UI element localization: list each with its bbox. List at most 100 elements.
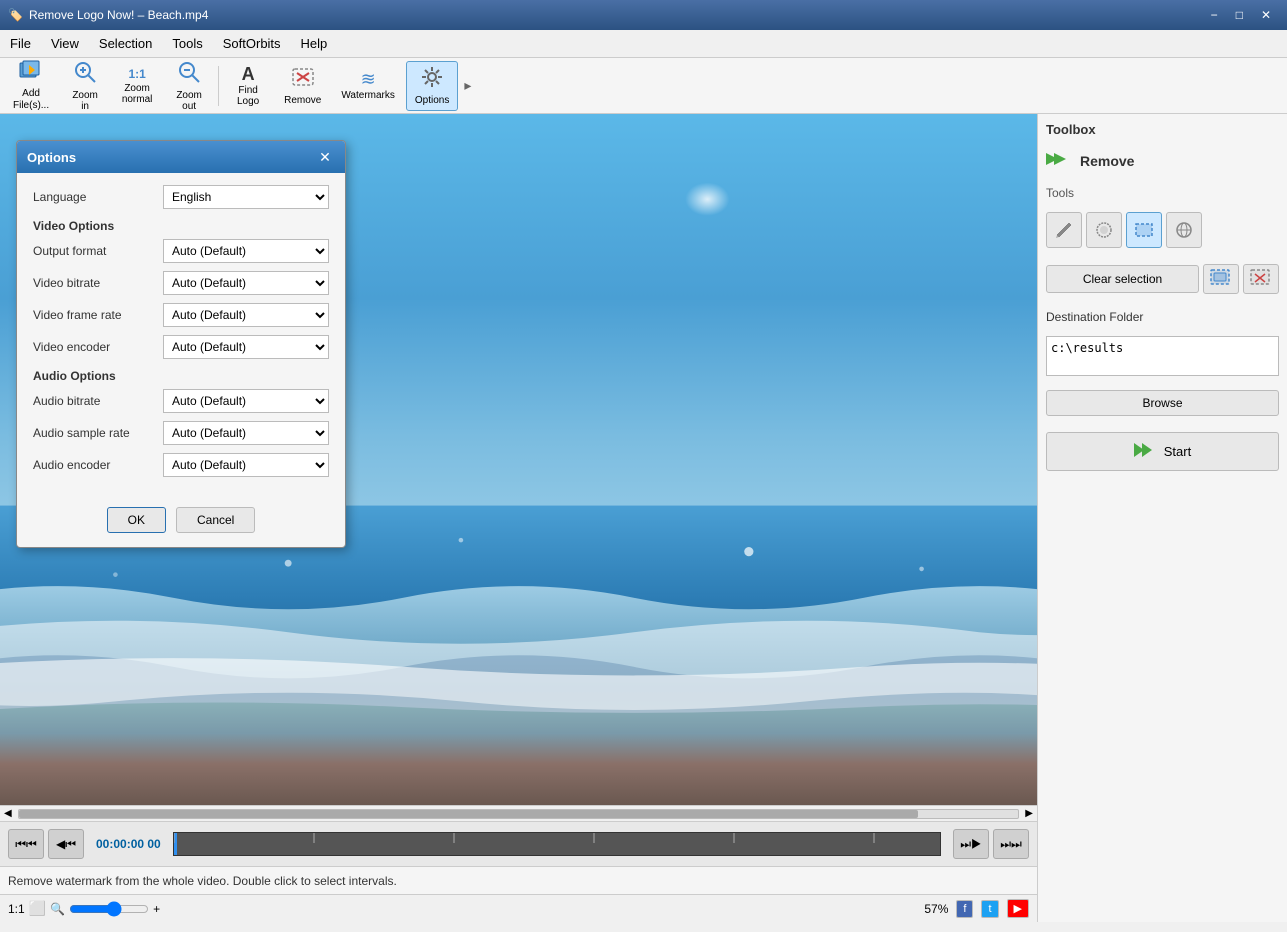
output-format-label: Output format	[33, 244, 163, 258]
zoom-level-display: 57%	[924, 902, 948, 916]
horizontal-scrollbar[interactable]: ◀ ▶	[0, 805, 1037, 821]
zoom-ratio-label: 1:1	[8, 902, 25, 916]
bottom-bar: 1:1 ⬜ 🔍 + 57% f t ▶	[0, 894, 1037, 922]
zoom-normal-button[interactable]: 1:1 Zoomnormal	[112, 61, 162, 111]
menu-tools[interactable]: Tools	[162, 32, 212, 55]
rectangle-tool[interactable]	[1126, 212, 1162, 248]
menu-help[interactable]: Help	[291, 32, 338, 55]
scrollbar-track[interactable]	[18, 809, 1020, 819]
video-framerate-row: Video frame rate Auto (Default)	[33, 303, 329, 327]
facebook-button[interactable]: f	[956, 900, 973, 918]
options-label: Options	[415, 95, 449, 106]
cancel-button[interactable]: Cancel	[176, 507, 255, 533]
scrollbar-thumb[interactable]	[19, 810, 919, 818]
deselect-button[interactable]	[1243, 264, 1279, 294]
timeline-track[interactable]	[173, 832, 941, 856]
toolbar: AddFile(s)... Zoomin 1:1 Zoomnormal Zoom…	[0, 58, 1287, 114]
magic-tool[interactable]	[1166, 212, 1202, 248]
video-encoder-label: Video encoder	[33, 340, 163, 354]
menu-file[interactable]: File	[0, 32, 41, 55]
audio-samplerate-select[interactable]: Auto (Default)	[163, 421, 329, 445]
video-framerate-label: Video frame rate	[33, 308, 163, 322]
audio-samplerate-label: Audio sample rate	[33, 426, 163, 440]
audio-encoder-row: Audio encoder Auto (Default)	[33, 453, 329, 477]
browse-button[interactable]: Browse	[1046, 390, 1279, 416]
transport-bar: ⏮⏮ ◀⏮ 00:00:00 00 ⏭▶ ⏭⏭	[0, 821, 1037, 866]
minimize-button[interactable]: −	[1203, 6, 1226, 24]
twitter-button[interactable]: t	[981, 900, 998, 918]
scroll-right-arrow[interactable]: ▶	[1021, 808, 1037, 819]
select-all-button[interactable]	[1203, 264, 1239, 294]
next-frame-button[interactable]: ⏭▶	[953, 829, 989, 859]
dialog-close-button[interactable]: ✕	[315, 147, 335, 167]
youtube-button[interactable]: ▶	[1007, 899, 1029, 918]
zoom-out-small-icon: 🔍	[50, 902, 65, 916]
clear-selection-button[interactable]: Clear selection	[1046, 265, 1199, 293]
remove-icon	[291, 65, 315, 93]
menu-view[interactable]: View	[41, 32, 89, 55]
prev-frame-button[interactable]: ◀⏮	[48, 829, 84, 859]
destination-input[interactable]: c:\results	[1046, 336, 1279, 376]
scroll-left-arrow[interactable]: ◀	[0, 808, 16, 819]
zoom-in-button[interactable]: Zoomin	[60, 61, 110, 111]
goto-start-button[interactable]: ⏮⏮	[8, 829, 44, 859]
output-format-select[interactable]: Auto (Default)	[163, 239, 329, 263]
audio-encoder-label: Audio encoder	[33, 458, 163, 472]
status-bar: Remove watermark from the whole video. D…	[0, 866, 1037, 894]
zoom-normal-icon: 1:1	[128, 67, 145, 81]
video-encoder-select[interactable]: Auto (Default)	[163, 335, 329, 359]
add-files-icon	[19, 60, 43, 86]
watermarks-button[interactable]: ≋ Watermarks	[332, 61, 404, 111]
toolbar-more[interactable]: ▸	[460, 77, 475, 94]
output-format-row: Output format Auto (Default)	[33, 239, 329, 263]
zoom-in-icon	[73, 60, 97, 88]
language-select[interactable]: English French German Spanish Russian	[163, 185, 329, 209]
selection-row: Clear selection	[1046, 264, 1279, 294]
video-framerate-select[interactable]: Auto (Default)	[163, 303, 329, 327]
app-icon: 🏷️	[8, 8, 23, 22]
tools-label: Tools	[1046, 186, 1279, 200]
find-logo-icon: A	[242, 65, 255, 83]
start-button[interactable]: Start	[1046, 432, 1279, 471]
options-button[interactable]: Options	[406, 61, 458, 111]
time-display: 00:00:00 00	[96, 837, 161, 851]
options-icon	[420, 65, 444, 93]
menu-selection[interactable]: Selection	[89, 32, 162, 55]
video-bitrate-select[interactable]: Auto (Default)	[163, 271, 329, 295]
ok-button[interactable]: OK	[107, 507, 166, 533]
language-label: Language	[33, 190, 163, 204]
destination-label: Destination Folder	[1046, 310, 1279, 324]
menu-bar: File View Selection Tools SoftOrbits Hel…	[0, 30, 1287, 58]
toolbox: Toolbox Remove Tools	[1037, 114, 1287, 922]
watermarks-label: Watermarks	[341, 90, 395, 101]
find-logo-button[interactable]: A FindLogo	[223, 61, 273, 111]
video-options-section: Video Options	[33, 219, 329, 233]
zoom-controls: 1:1 ⬜ 🔍 +	[8, 900, 160, 917]
remove-button[interactable]: Remove	[275, 61, 330, 111]
dialog-footer: OK Cancel	[17, 497, 345, 547]
add-files-label: AddFile(s)...	[13, 88, 49, 112]
toolbox-section-title: Remove	[1080, 153, 1134, 169]
zoom-out-button[interactable]: Zoomout	[164, 61, 214, 111]
video-bitrate-label: Video bitrate	[33, 276, 163, 290]
separator-1	[218, 66, 219, 106]
pencil-tool[interactable]	[1046, 212, 1082, 248]
blur-tool[interactable]	[1086, 212, 1122, 248]
goto-end-button[interactable]: ⏭⏭	[993, 829, 1029, 859]
watermarks-icon: ≋	[361, 70, 376, 88]
start-icon	[1134, 441, 1158, 462]
zoom-in-small-icon: +	[153, 902, 160, 916]
audio-options-section: Audio Options	[33, 369, 329, 383]
add-files-button[interactable]: AddFile(s)...	[4, 61, 58, 111]
audio-encoder-select[interactable]: Auto (Default)	[163, 453, 329, 477]
maximize-button[interactable]: □	[1228, 6, 1251, 24]
close-window-button[interactable]: ✕	[1253, 6, 1279, 24]
zoom-normal-label: Zoomnormal	[122, 83, 153, 105]
audio-samplerate-row: Audio sample rate Auto (Default)	[33, 421, 329, 445]
toolbox-title: Toolbox	[1046, 122, 1279, 137]
remove-label: Remove	[284, 95, 321, 106]
menu-softorbits[interactable]: SoftOrbits	[213, 32, 291, 55]
audio-bitrate-select[interactable]: Auto (Default)	[163, 389, 329, 413]
audio-bitrate-label: Audio bitrate	[33, 394, 163, 408]
zoom-slider[interactable]	[69, 901, 149, 917]
